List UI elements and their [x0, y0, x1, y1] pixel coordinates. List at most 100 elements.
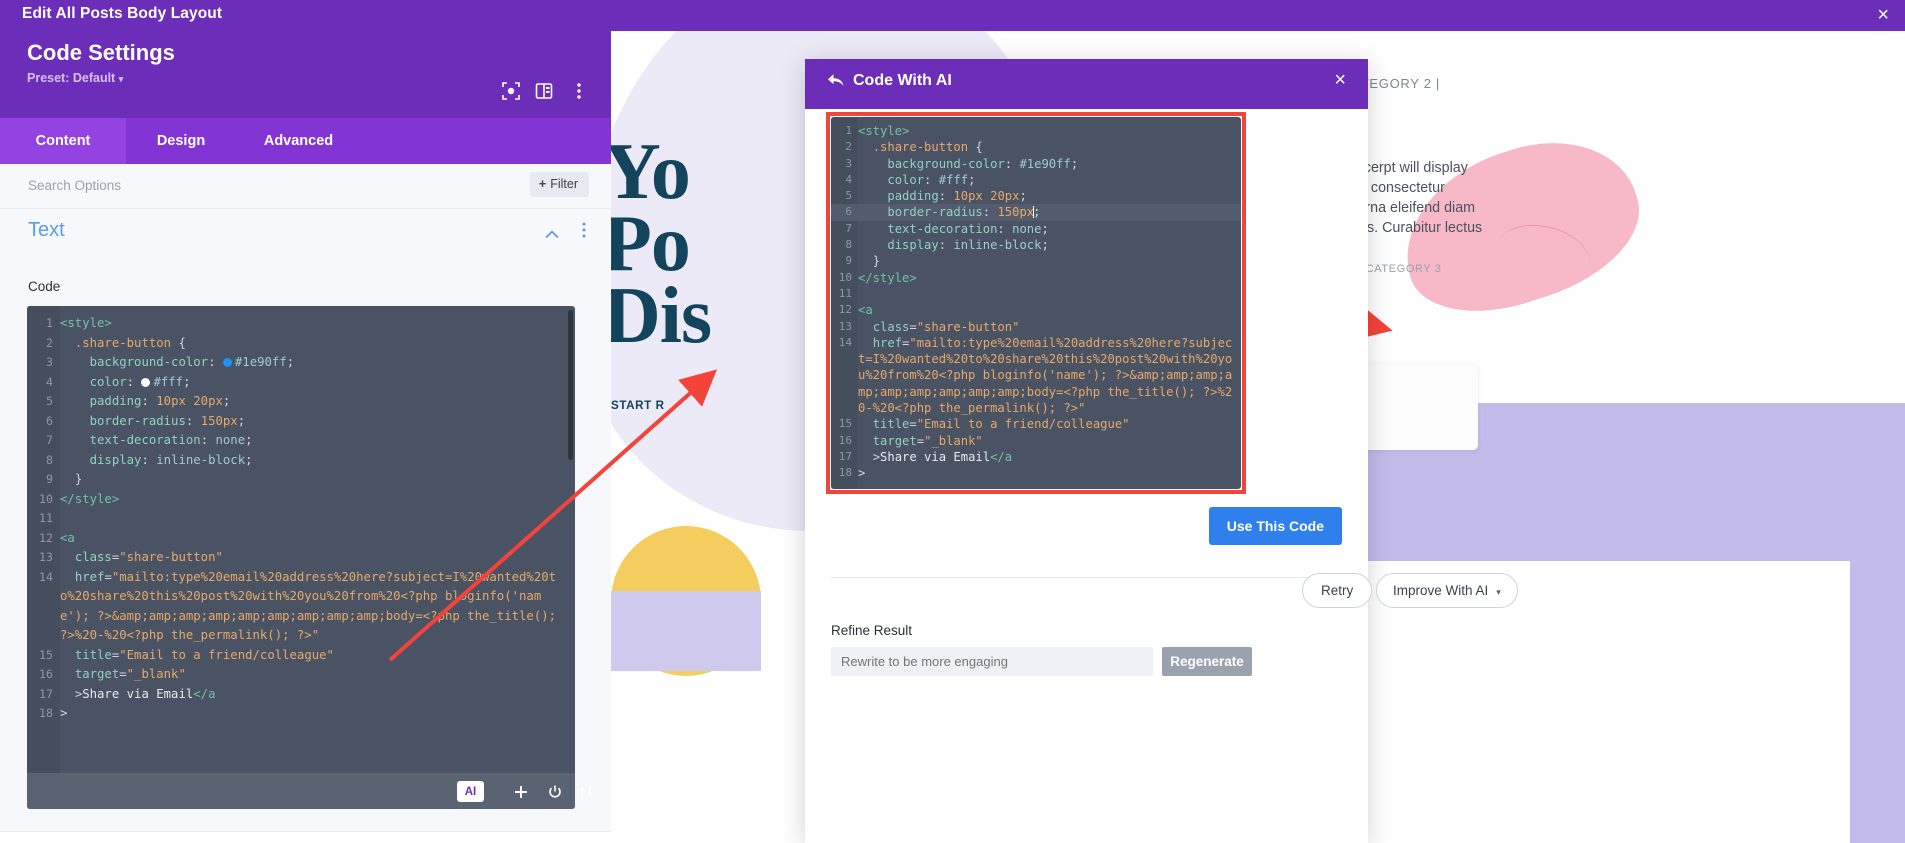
- line-code: text-decoration: none;: [887, 221, 1049, 236]
- search-input[interactable]: Search Options: [28, 178, 121, 193]
- close-icon[interactable]: ×: [1877, 3, 1889, 27]
- ai-generated-code-block[interactable]: 1 <style> 2 .share-button {3 background-co…: [831, 117, 1241, 489]
- line-number: 9: [845, 254, 852, 268]
- line-code: color: #fff;: [89, 374, 191, 389]
- code-line: 18 >: [831, 465, 1241, 481]
- section-link-header[interactable]: Link: [0, 831, 611, 843]
- code-line: 3 background-color: #1e90ff;: [831, 156, 1241, 172]
- section-text-kebab-icon[interactable]: [582, 222, 586, 241]
- line-number: 18: [39, 706, 53, 720]
- code-line: 16 target="_blank": [27, 665, 575, 685]
- code-editor-toolbar: AI: [27, 773, 593, 809]
- tab-content[interactable]: Content: [0, 118, 126, 164]
- modal-divider: [831, 577, 1341, 578]
- code-line: 8 display: inline-block;: [27, 451, 575, 471]
- line-number: 13: [39, 550, 53, 564]
- line-number: 14: [838, 335, 852, 349]
- line-code: <a: [60, 530, 75, 545]
- section-text-header[interactable]: Text: [0, 209, 611, 257]
- code-line: 14 href="mailto:type%20email%20address%2…: [831, 335, 1241, 416]
- regenerate-button[interactable]: Regenerate: [1162, 647, 1252, 676]
- improve-with-ai-button[interactable]: Improve With AI ▾: [1376, 573, 1518, 608]
- line-code: title="Email to a friend/colleague": [74, 647, 334, 662]
- code-with-ai-modal: Code With AI × 1 <style> 2 .share-button {…: [805, 59, 1518, 843]
- chevron-down-icon: ▾: [118, 74, 124, 84]
- line-code: href="mailto:type%20email%20address%20he…: [60, 569, 564, 643]
- editor-lines: 1 <style> 2 .share-button {3 background-co…: [27, 314, 575, 724]
- line-number: 5: [46, 394, 53, 408]
- line-number: 5: [845, 189, 852, 203]
- line-number: 2: [845, 140, 852, 154]
- line-number: 17: [838, 449, 852, 463]
- line-number: 7: [46, 433, 53, 447]
- line-code: background-color: #1e90ff;: [89, 355, 295, 369]
- line-number: 4: [845, 172, 852, 186]
- add-icon[interactable]: [511, 781, 531, 802]
- modal-editor-lines: 1 <style> 2 .share-button {3 background-co…: [831, 123, 1241, 482]
- line-number: 2: [46, 335, 53, 350]
- line-number: 15: [838, 417, 852, 431]
- ai-button[interactable]: AI: [457, 781, 484, 802]
- retry-button[interactable]: Retry: [1302, 573, 1373, 608]
- code-line: 10 </style>: [27, 490, 575, 510]
- line-code: padding: 10px 20px;: [89, 394, 231, 408]
- improve-with-ai-label: Improve With AI: [1393, 583, 1489, 598]
- line-code: border-radius: 150px;: [89, 413, 246, 428]
- decorative-lavender-block: [611, 591, 761, 671]
- line-code: <style>: [858, 124, 910, 138]
- line-code: </style>: [858, 270, 917, 285]
- line-number: 7: [845, 221, 852, 235]
- line-number: 16: [838, 433, 852, 447]
- settings-heading: Code Settings: [27, 40, 175, 65]
- modal-header: Code With AI ×: [805, 59, 1368, 109]
- line-number: 3: [46, 355, 53, 369]
- line-number: 6: [845, 205, 852, 219]
- modal-title: Code With AI: [853, 72, 952, 89]
- plus-icon: +: [538, 177, 547, 191]
- code-line: 16 target="_blank": [831, 433, 1241, 449]
- tab-advanced[interactable]: Advanced: [236, 118, 361, 164]
- refine-result-label: Refine Result: [831, 623, 913, 638]
- line-code: class="share-button": [74, 550, 223, 564]
- line-number: 17: [39, 686, 53, 701]
- code-line: 6 border-radius: 150px;: [27, 412, 575, 432]
- line-number: 1: [845, 124, 852, 137]
- code-editor[interactable]: 1 <style> 2 .share-button {3 background-co…: [27, 306, 575, 809]
- line-number: 9: [46, 472, 53, 486]
- hero-cta-label[interactable]: START R: [611, 399, 665, 412]
- line-number: 3: [845, 156, 852, 170]
- line-code: </style>: [60, 491, 120, 506]
- code-line: 4 color: #fff;: [831, 172, 1241, 188]
- power-icon[interactable]: [545, 781, 565, 802]
- line-number: 16: [39, 667, 53, 681]
- editor-scrollbar[interactable]: [568, 310, 573, 460]
- line-code: >: [858, 466, 866, 481]
- line-number: 18: [838, 466, 852, 480]
- decorative-white-card: [1290, 561, 1850, 843]
- sort-arrows-icon[interactable]: [575, 781, 597, 802]
- kebab-menu-icon[interactable]: [568, 80, 590, 102]
- line-code: target="_blank": [872, 433, 983, 448]
- code-field-label: Code: [28, 279, 61, 294]
- line-code: >: [60, 706, 68, 720]
- line-number: 14: [39, 569, 53, 584]
- chevron-down-icon: ▾: [1496, 587, 1501, 597]
- code-line: 9 }: [27, 470, 575, 490]
- back-arrow-icon[interactable]: [827, 73, 845, 94]
- code-line: 15 title="Email to a friend/colleague": [831, 416, 1241, 432]
- code-line: 2 .share-button {: [27, 334, 575, 354]
- use-this-code-button[interactable]: Use This Code: [1208, 507, 1342, 545]
- line-number: 12: [39, 530, 53, 545]
- focus-icon[interactable]: [500, 80, 522, 102]
- refine-result-input[interactable]: [831, 647, 1153, 676]
- settings-tabs: Content Design Advanced: [0, 118, 611, 164]
- code-line: 12 <a: [27, 529, 575, 549]
- layout-panel-icon[interactable]: [533, 80, 555, 102]
- chevron-up-icon[interactable]: [545, 226, 559, 244]
- preset-selector[interactable]: Preset: Default ▾: [27, 71, 123, 85]
- modal-close-icon[interactable]: ×: [1334, 69, 1346, 92]
- code-line: 13 class="share-button": [831, 319, 1241, 335]
- tab-design[interactable]: Design: [126, 118, 236, 164]
- filter-button[interactable]: + Filter: [529, 172, 589, 197]
